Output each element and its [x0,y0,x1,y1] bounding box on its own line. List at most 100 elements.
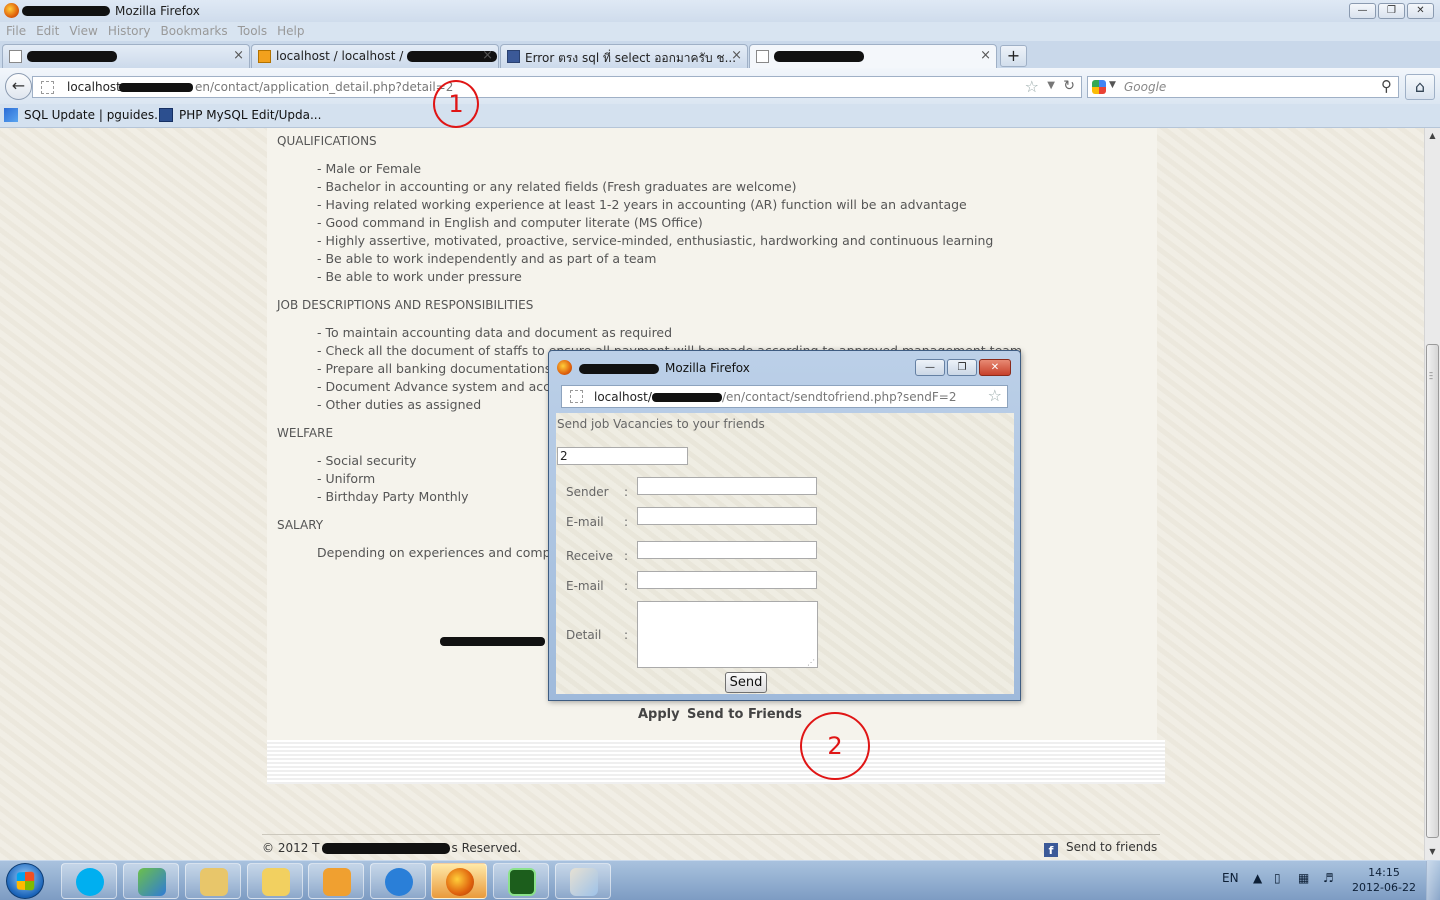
show-hidden-icons-icon[interactable]: ▲ [1253,871,1262,885]
back-arrow-icon[interactable]: ← [5,73,32,100]
popup-close-icon[interactable]: ✕ [979,359,1011,376]
search-icon[interactable]: ⚲ [1381,77,1392,95]
detail-textarea[interactable]: ⋰ [637,601,818,668]
minimize-icon[interactable]: — [1349,3,1376,19]
taskbar-media-player[interactable] [308,863,364,899]
scroll-up-icon[interactable]: ▲ [1425,128,1440,144]
new-tab-button[interactable]: + [1000,45,1027,67]
menu-tools[interactable]: Tools [238,22,268,41]
reload-icon[interactable]: ↻ [1063,78,1075,94]
receive-email-label: E-mail [566,579,604,593]
bookmark-sql-update[interactable]: SQL Update | pguides.... [4,108,169,122]
sender-email-input[interactable] [637,507,817,525]
tab-2[interactable]: localhost / localhost / × [251,44,499,68]
send-to-friends-link[interactable]: Send to Friends [687,707,802,722]
url-dropdown-icon[interactable]: ▼ [1047,80,1055,91]
windows-taskbar: EN ▲ ▯ ▦ ♬ 14:15 2012-06-22 [0,860,1440,900]
popup-minimize-icon[interactable]: — [915,359,945,376]
taskbar-explorer[interactable] [185,863,241,899]
firefox-icon [446,868,474,896]
popup-maximize-icon[interactable]: ❐ [947,359,977,376]
menu-file[interactable]: File [6,22,26,41]
list-item: - Uniform [317,471,376,486]
colon: : [624,515,629,529]
url-bar[interactable]: localhost en/contact/application_detail.… [32,76,1082,98]
search-bar[interactable]: ▼ Google ⚲ [1087,76,1399,98]
device-icon[interactable]: ▯ [1274,871,1281,885]
search-engine-dropdown-icon[interactable]: ▼ [1109,80,1116,90]
list-item: - Be able to work independently and as p… [317,251,657,266]
list-item: - Birthday Party Monthly [317,489,469,504]
colon: : [624,579,629,593]
list-item: - Bachelor in accounting or any related … [317,179,797,194]
volume-icon[interactable]: ♬ [1323,871,1334,885]
tab-close-icon[interactable]: × [482,48,493,63]
blank-page-icon [756,50,769,63]
taskbar-dreamweaver[interactable] [493,863,549,899]
taskbar-internet-explorer[interactable] [370,863,426,899]
show-desktop-button[interactable] [1426,861,1440,900]
popup-title: Mozilla Firefox [579,361,750,375]
mail-icon [262,868,290,896]
paint-icon [570,868,598,896]
tab-close-icon[interactable]: × [233,48,244,63]
annotation-circle-1: 1 [433,80,479,128]
language-indicator[interactable]: EN [1222,871,1239,885]
tab-3[interactable]: Error ตรง sql ที่ select ออกมาครับ ช... … [500,44,748,68]
search-placeholder: Google [1124,80,1167,94]
colon: : [624,628,629,642]
menu-history[interactable]: History [108,22,151,41]
tab-4-active[interactable]: × [749,44,997,68]
tab-close-icon[interactable]: × [980,48,991,63]
popup-url-path: /en/contact/sendtofriend.php?sendF=2 [722,390,957,404]
popup-url-bar[interactable]: localhost/ /en/contact/sendtofriend.php?… [561,385,1008,408]
list-item: - Prepare all banking documentations and [317,361,579,376]
section-heading-qualifications: QUALIFICATIONS [277,134,377,148]
taskbar-outlook[interactable] [247,863,303,899]
job-id-field[interactable]: 2 [557,447,688,465]
resize-grip-icon[interactable]: ⋰ [807,658,815,667]
list-item: Depending on experiences and company [317,545,574,560]
firefox-logo-icon [4,3,19,18]
sender-name-input[interactable] [637,477,817,495]
vertical-scrollbar[interactable]: ▲ – – – ▼ [1424,128,1440,860]
receiver-email-input[interactable] [637,571,817,589]
title-bar: Mozilla Firefox — ❐ ✕ [0,0,1440,22]
scroll-down-icon[interactable]: ▼ [1425,844,1440,860]
receiver-name-input[interactable] [637,541,817,559]
scroll-thumb[interactable] [1426,344,1439,838]
home-icon[interactable]: ⌂ [1405,74,1435,100]
menu-edit[interactable]: Edit [36,22,59,41]
media-player-icon [323,868,351,896]
bookmark-star-icon[interactable]: ☆ [1025,77,1039,96]
menu-bookmarks[interactable]: Bookmarks [161,22,228,41]
sender-label: Sender [566,485,609,499]
taskbar-paint[interactable] [555,863,611,899]
bookmark-php-mysql[interactable]: PHP MySQL Edit/Upda... [159,108,321,122]
network-icon[interactable]: ▦ [1298,871,1309,885]
taskbar-messenger[interactable] [123,863,179,899]
redaction-scribble [22,6,110,16]
facebook-send-link[interactable]: f Send to friends [1044,840,1157,857]
menu-view[interactable]: View [69,22,97,41]
apply-link[interactable]: Apply [638,707,680,722]
start-button[interactable] [6,863,44,899]
redaction-scribble [119,83,193,92]
google-icon[interactable] [1092,80,1106,94]
clock[interactable]: 14:15 2012-06-22 [1352,865,1416,895]
list-item: - Good command in English and computer l… [317,215,703,230]
bookmark-star-icon[interactable]: ☆ [988,386,1002,405]
forum-icon [507,50,520,63]
send-button[interactable]: Send [725,672,767,693]
tab-1[interactable]: × [2,44,250,68]
close-icon[interactable]: ✕ [1407,3,1434,19]
taskbar-skype[interactable] [61,863,117,899]
navigation-bar: ← localhost en/contact/application_detai… [0,68,1440,104]
bookmark-favicon-icon [159,108,173,122]
tab-close-icon[interactable]: × [731,48,742,63]
taskbar-firefox[interactable] [431,863,487,899]
windows-logo-icon [16,871,35,891]
menu-help[interactable]: Help [277,22,304,41]
restore-icon[interactable]: ❐ [1378,3,1405,19]
internet-explorer-icon [385,868,413,896]
